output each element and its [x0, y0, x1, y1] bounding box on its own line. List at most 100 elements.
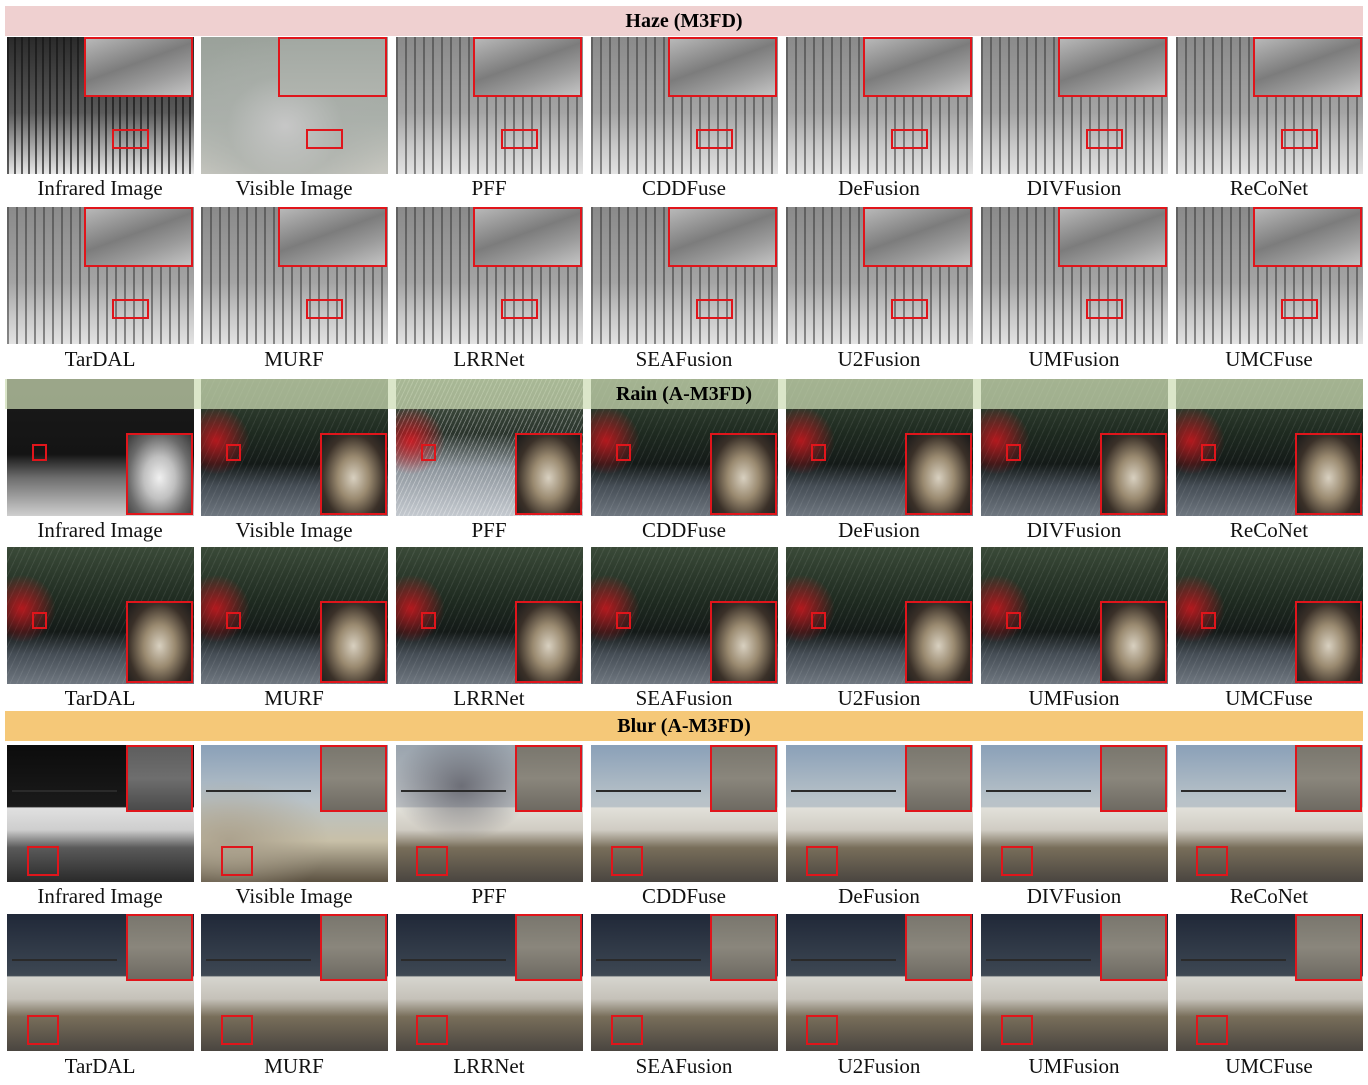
result-image [786, 37, 973, 174]
method-label: U2Fusion [837, 347, 921, 371]
zoomed-inset [320, 914, 387, 981]
region-marker [611, 1015, 643, 1045]
result-image [201, 914, 388, 1051]
zoomed-inset [1100, 914, 1167, 981]
method-label: UMFusion [1028, 347, 1120, 371]
region-marker [221, 1015, 253, 1045]
method-label: DIVFusion [1026, 884, 1122, 908]
method-label: LRRNet [453, 686, 525, 710]
method-label: DeFusion [838, 884, 920, 908]
result-image [591, 914, 778, 1051]
region-marker [1196, 1015, 1228, 1045]
zoomed-inset [320, 601, 387, 683]
region-marker [1281, 299, 1318, 319]
method-label: U2Fusion [837, 686, 921, 710]
result-image [1176, 207, 1363, 344]
region-marker [806, 846, 838, 876]
result-image [396, 914, 583, 1051]
region-marker [501, 299, 538, 319]
region-marker [226, 612, 241, 629]
zoomed-inset [863, 37, 972, 97]
zoomed-inset [1295, 745, 1362, 812]
region-marker [32, 444, 47, 461]
method-label: U2Fusion [837, 1054, 921, 1078]
street-pole [791, 790, 896, 792]
zoomed-inset [1100, 745, 1167, 812]
zoomed-inset [710, 433, 777, 515]
result-image [396, 207, 583, 344]
result-image [981, 745, 1168, 882]
method-label: UMCFuse [1225, 1054, 1313, 1078]
method-label: Visible Image [235, 518, 353, 542]
zoomed-inset [515, 914, 582, 981]
result-image [7, 37, 194, 174]
method-label: TarDAL [64, 686, 136, 710]
region-marker [811, 444, 826, 461]
result-image [7, 207, 194, 344]
result-image [981, 37, 1168, 174]
region-marker [616, 444, 631, 461]
region-marker [1006, 612, 1021, 629]
region-marker [27, 846, 59, 876]
zoomed-inset [515, 745, 582, 812]
region-marker [616, 612, 631, 629]
rain-section-title: Rain (A-M3FD) [5, 379, 1363, 409]
zoomed-inset [84, 207, 193, 267]
street-pole [12, 959, 117, 961]
zoomed-inset [905, 745, 972, 812]
zoomed-inset [126, 914, 193, 981]
result-image [201, 547, 388, 684]
result-image [1176, 37, 1363, 174]
result-image [786, 207, 973, 344]
region-marker [811, 612, 826, 629]
zoomed-inset [905, 601, 972, 683]
region-marker [27, 1015, 59, 1045]
zoomed-inset [1100, 601, 1167, 683]
result-image [591, 207, 778, 344]
street-pole [596, 959, 701, 961]
region-marker [611, 846, 643, 876]
region-marker [696, 129, 733, 149]
method-label: Infrared Image [37, 518, 163, 542]
region-marker [421, 444, 436, 461]
result-image [981, 547, 1168, 684]
result-image [591, 745, 778, 882]
region-marker [1001, 846, 1033, 876]
result-image [201, 37, 388, 174]
region-marker [696, 299, 733, 319]
zoomed-inset [473, 207, 582, 267]
street-pole [596, 790, 701, 792]
zoomed-inset [473, 37, 582, 97]
street-pole [206, 959, 311, 961]
method-label: SEAFusion [635, 686, 733, 710]
zoomed-inset [515, 433, 582, 515]
method-label: TarDAL [64, 1054, 136, 1078]
region-marker [1281, 129, 1318, 149]
method-label: UMFusion [1028, 686, 1120, 710]
region-marker [891, 299, 928, 319]
method-label: ReCoNet [1229, 884, 1309, 908]
zoomed-inset [1100, 433, 1167, 515]
method-label: DeFusion [838, 176, 920, 200]
region-marker [1201, 612, 1216, 629]
region-marker [416, 1015, 448, 1045]
method-label: Infrared Image [37, 884, 163, 908]
result-image [786, 745, 973, 882]
result-image [7, 547, 194, 684]
result-image [1176, 745, 1363, 882]
zoomed-inset [1058, 37, 1167, 97]
method-label: CDDFuse [641, 518, 726, 542]
street-pole [986, 790, 1091, 792]
zoomed-inset [668, 207, 777, 267]
region-marker [112, 299, 149, 319]
street-pole [1181, 790, 1286, 792]
result-image [1176, 547, 1363, 684]
region-marker [501, 129, 538, 149]
region-marker [806, 1015, 838, 1045]
region-marker [1201, 444, 1216, 461]
region-marker [421, 612, 436, 629]
method-label: PFF [471, 884, 507, 908]
method-label: LRRNet [453, 1054, 525, 1078]
street-pole [12, 790, 117, 792]
zoomed-inset [710, 601, 777, 683]
